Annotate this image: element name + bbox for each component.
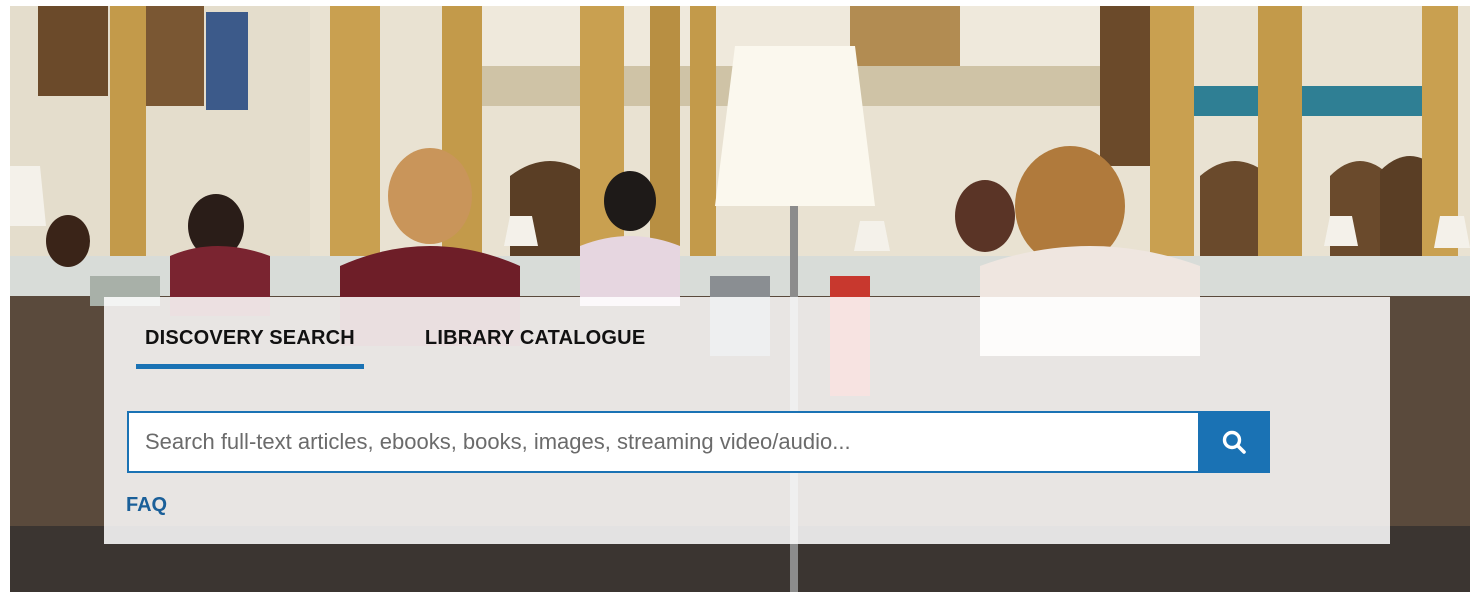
hero-banner: DISCOVERY SEARCH LIBRARY CATALOGUE FAQ: [10, 6, 1470, 592]
tab-discovery-search[interactable]: DISCOVERY SEARCH: [136, 321, 364, 369]
search-icon: [1222, 430, 1246, 454]
tab-library-catalogue[interactable]: LIBRARY CATALOGUE: [416, 321, 654, 365]
search-button[interactable]: [1198, 411, 1270, 473]
search-tabs: DISCOVERY SEARCH LIBRARY CATALOGUE: [136, 321, 706, 371]
search-panel: DISCOVERY SEARCH LIBRARY CATALOGUE FAQ: [104, 297, 1390, 544]
faq-link[interactable]: FAQ: [126, 494, 167, 517]
search-bar: [127, 411, 1270, 473]
search-input[interactable]: [127, 411, 1198, 473]
